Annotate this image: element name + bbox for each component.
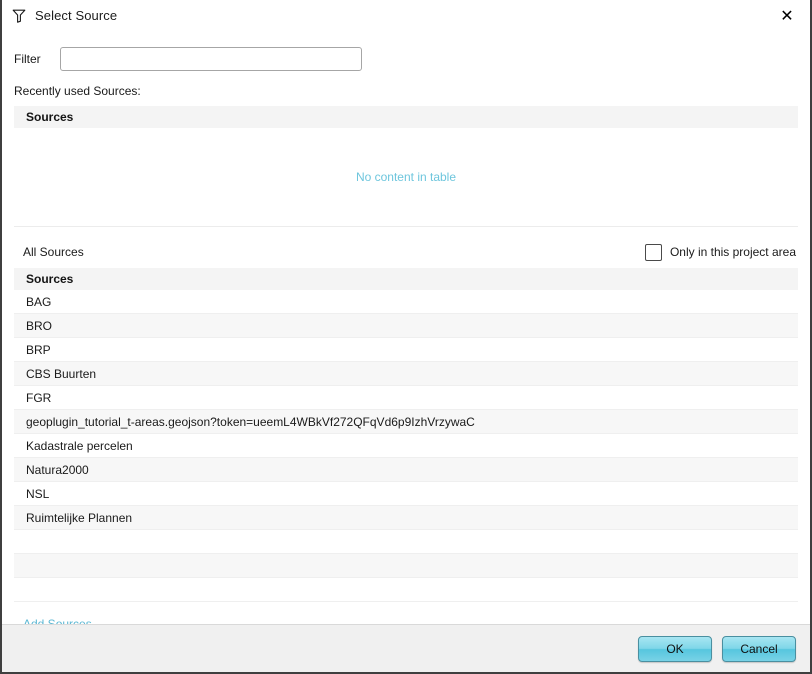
list-item-empty (14, 554, 798, 578)
add-sources-link[interactable]: Add Sources (23, 617, 92, 624)
add-sources-row: Add Sources (14, 617, 798, 624)
all-sources-column-header: Sources (14, 268, 798, 290)
filter-label: Filter (14, 52, 41, 66)
window-title: Select Source (35, 8, 118, 23)
project-area-checkbox-wrap[interactable]: Only in this project area (644, 243, 796, 261)
list-item[interactable]: Ruimtelijke Plannen (14, 506, 798, 530)
recently-used-empty-area: No content in table (14, 128, 798, 227)
all-sources-label: All Sources (23, 245, 84, 259)
list-item[interactable]: CBS Buurten (14, 362, 798, 386)
cancel-button[interactable]: Cancel (722, 635, 796, 662)
list-item[interactable]: geoplugin_tutorial_t-areas.geojson?token… (14, 410, 798, 434)
filter-row: Filter (14, 45, 798, 73)
list-item-empty (14, 530, 798, 554)
select-source-dialog: Select Source ✕ Filter Recently used Sou… (0, 0, 812, 674)
filter-input[interactable] (60, 47, 362, 71)
all-sources-table: Sources BAG BRO BRP CBS Buurten FGR geop… (14, 268, 798, 602)
dialog-body: Filter Recently used Sources: Sources No… (2, 31, 810, 624)
list-item[interactable]: Kadastrale percelen (14, 434, 798, 458)
list-item[interactable]: NSL (14, 482, 798, 506)
ok-button[interactable]: OK (638, 635, 712, 662)
empty-table-message: No content in table (355, 170, 457, 184)
close-button[interactable]: ✕ (764, 0, 810, 31)
dialog-footer: OK Cancel (2, 624, 810, 672)
list-item[interactable]: BRO (14, 314, 798, 338)
filter-funnel-icon (10, 7, 28, 25)
list-item[interactable]: FGR (14, 386, 798, 410)
close-icon: ✕ (780, 5, 794, 25)
list-item[interactable]: BRP (14, 338, 798, 362)
list-item-empty (14, 578, 798, 602)
only-in-this-project-area-label: Only in this project area (669, 245, 796, 259)
recently-used-table: Sources No content in table (14, 106, 798, 227)
list-item[interactable]: Natura2000 (14, 458, 798, 482)
all-sources-row: All Sources Only in this project area (14, 243, 798, 261)
title-bar: Select Source ✕ (2, 0, 810, 31)
recently-used-label: Recently used Sources: (14, 84, 141, 98)
list-item[interactable]: BAG (14, 290, 798, 314)
recently-used-column-header: Sources (14, 106, 798, 128)
only-in-this-project-area-checkbox[interactable] (644, 243, 662, 261)
